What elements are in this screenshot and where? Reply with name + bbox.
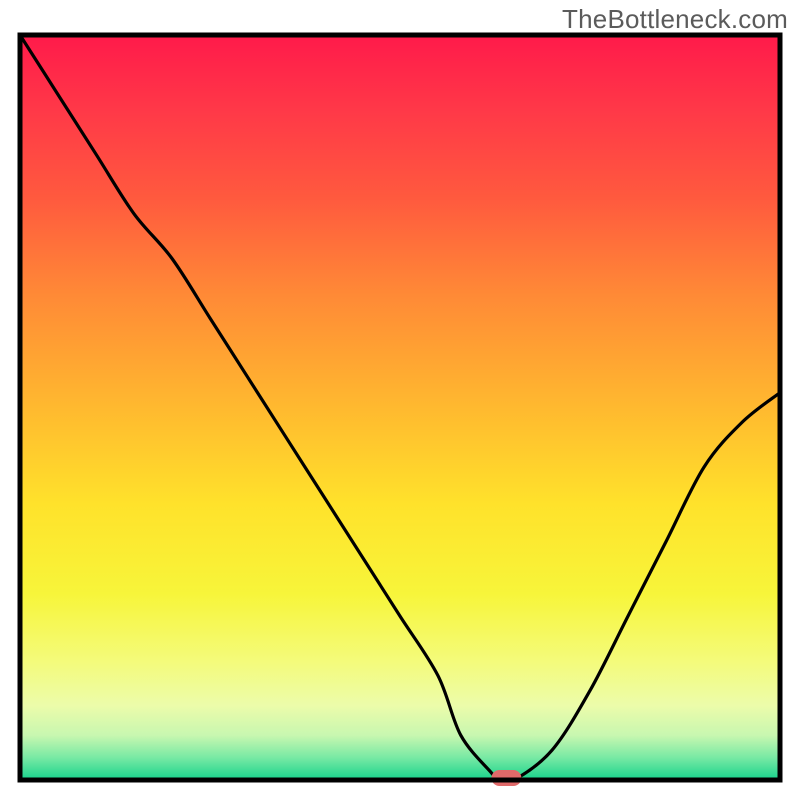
gradient-background [20, 35, 780, 780]
watermark-label: TheBottleneck.com [562, 4, 788, 35]
bottleneck-chart [0, 0, 800, 800]
chart-container: TheBottleneck.com [0, 0, 800, 800]
